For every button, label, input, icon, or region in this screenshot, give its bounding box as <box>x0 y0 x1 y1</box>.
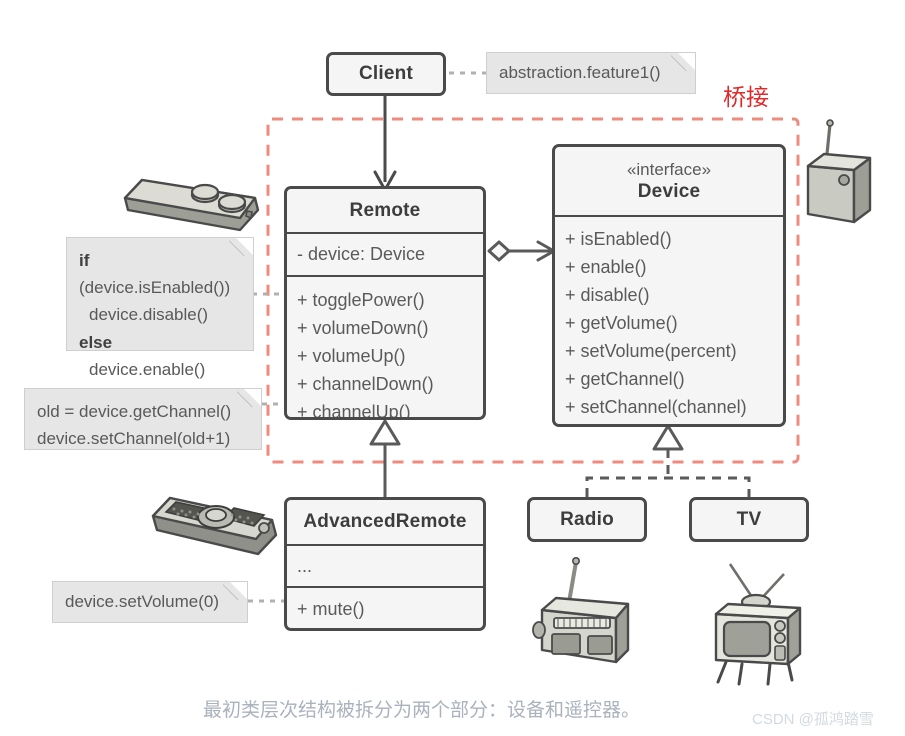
class-device-method: + getChannel() <box>565 369 685 390</box>
note-toggle-keyword-else: else <box>79 332 113 352</box>
bridge-pattern-label: 桥接 <box>723 84 769 110</box>
note-mute: device.setVolume(0) <box>52 581 248 623</box>
class-box-advanced-remote[interactable]: AdvancedRemote ... + mute() <box>284 497 486 631</box>
class-box-remote[interactable]: Remote - device: Device + togglePower() … <box>284 186 486 420</box>
realization-triangle <box>652 424 684 451</box>
class-remote-methods: + togglePower() + volumeDown() + volumeU… <box>287 275 483 420</box>
note-toggle-power: if (device.isEnabled()) device.disable()… <box>66 237 254 379</box>
class-box-device[interactable]: «interface» Device + isEnabled() + enabl… <box>552 144 786 427</box>
class-remote-method: + togglePower() <box>297 290 425 310</box>
class-box-client[interactable]: Client <box>326 52 446 96</box>
note-toggle-line4: device.enable() <box>89 359 206 379</box>
class-remote-method: + volumeUp() <box>297 346 406 367</box>
tv-set-icon <box>714 563 802 686</box>
radio-set-icon <box>532 556 630 664</box>
class-radio-name: Radio <box>560 508 614 530</box>
note-client-feature-text: abstraction.feature1() <box>499 63 661 83</box>
note-client-feature: abstraction.feature1() <box>486 52 696 94</box>
class-advanced-remote-name: AdvancedRemote <box>303 511 467 532</box>
note-channel-up: old = device.getChannel() device.setChan… <box>24 388 262 450</box>
class-client-header: Client <box>329 55 443 93</box>
class-box-radio[interactable]: Radio <box>527 497 647 542</box>
class-device-name: Device <box>637 180 701 202</box>
class-advanced-remote-method: + mute() <box>297 598 365 619</box>
class-device-method: + getVolume() <box>565 313 678 334</box>
realization-branches <box>585 476 751 497</box>
note-toggle-line3: else <box>79 329 241 356</box>
advanced-remote-icon <box>151 496 278 556</box>
diagram-caption: 最初类层次结构被拆分为两个部分：设备和遥控器。 <box>203 700 641 721</box>
note-fold-edge <box>223 582 247 606</box>
class-radio-header: Radio <box>530 500 644 539</box>
class-remote-header: Remote <box>287 189 483 232</box>
note-fold-edge <box>229 238 253 262</box>
class-device-method: + isEnabled() <box>565 229 672 249</box>
class-advanced-remote-attribute: ... <box>297 555 313 576</box>
receiver-box-icon <box>806 119 872 224</box>
watermark-label: CSDN @孤鸿踏雪 <box>752 711 874 728</box>
class-device-method: + enable() <box>565 257 647 278</box>
note-toggle-line1: if (device.isEnabled()) <box>79 247 241 301</box>
class-tv-header: TV <box>692 500 806 539</box>
class-device-method: + disable() <box>565 285 650 306</box>
note-fold-edge <box>237 389 261 413</box>
class-device-methods: + isEnabled() + enable() + disable() + g… <box>555 215 783 424</box>
note-mute-text: device.setVolume(0) <box>65 592 220 612</box>
class-remote-name: Remote <box>349 199 421 221</box>
class-advanced-remote-methods: + mute() <box>287 586 483 628</box>
class-device-method: + setChannel(channel) <box>565 397 747 418</box>
class-remote-attribute: - device: Device <box>297 244 426 265</box>
class-device-stereotype: «interface» <box>626 160 712 180</box>
class-remote-method: + volumeDown() <box>297 318 429 339</box>
class-device-method: + setVolume(percent) <box>565 341 737 362</box>
note-channel-line1: old = device.getChannel() <box>37 402 232 421</box>
simple-remote-icon <box>123 178 260 232</box>
class-client-name: Client <box>359 63 413 84</box>
class-device-header: «interface» Device <box>555 147 783 215</box>
aggregation-diamond <box>487 240 511 262</box>
inheritance-triangle <box>369 419 401 446</box>
class-remote-method: + channelDown() <box>297 374 434 395</box>
note-fold-edge <box>671 53 695 77</box>
class-advanced-remote-header: AdvancedRemote <box>287 500 483 544</box>
note-channel-line2: device.setChannel(old+1) <box>37 429 231 449</box>
class-tv-name: TV <box>736 508 762 530</box>
diagram-canvas: 桥接 Client abstraction.feature1() Remote … <box>0 0 905 736</box>
class-remote-attributes: - device: Device <box>287 232 483 275</box>
note-toggle-condition: (device.isEnabled()) <box>79 278 231 298</box>
note-toggle-line2: device.disable() <box>89 305 209 325</box>
note-toggle-keyword-if: if <box>79 251 90 270</box>
class-advanced-remote-attributes: ... <box>287 544 483 586</box>
class-box-tv[interactable]: TV <box>689 497 809 542</box>
class-remote-method: + channelUp() <box>297 402 411 420</box>
